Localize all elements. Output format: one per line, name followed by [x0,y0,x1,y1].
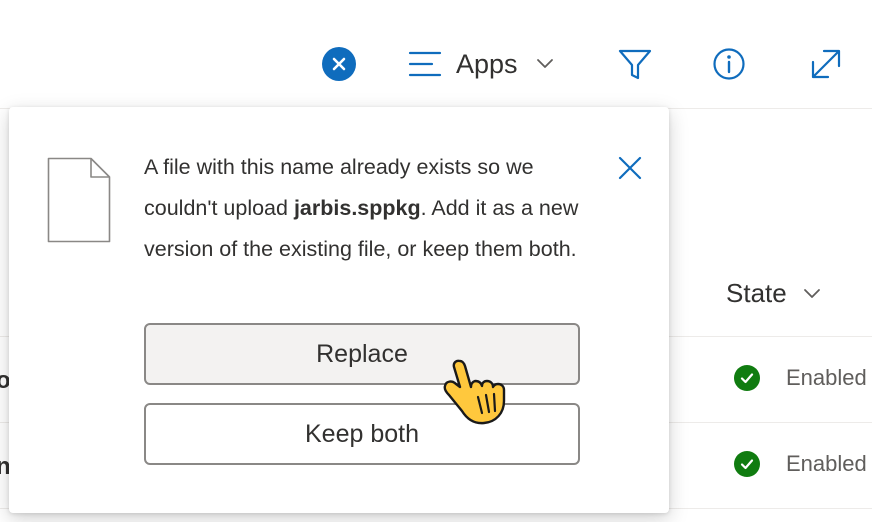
chevron-down-icon [536,59,553,68]
close-button[interactable] [613,151,647,185]
conflict-message: A file with this name already exists so … [144,147,594,270]
info-button[interactable] [709,44,749,84]
file-name: jarbis.sppkg [293,196,421,220]
status-cell: Enabled [734,365,867,391]
replace-button[interactable]: Replace [144,323,580,385]
status-cell: Enabled [734,451,867,477]
info-icon [713,48,745,80]
close-icon [618,156,642,180]
command-bar: Apps [0,0,872,109]
status-text: Enabled [786,451,867,476]
filter-icon [618,49,652,80]
view-switcher-button[interactable]: Apps [408,42,554,86]
checkmark-icon [734,451,760,477]
status-text: Enabled [786,365,867,390]
view-switcher-label: Apps [456,48,518,79]
checkmark-icon [734,365,760,391]
close-circle-icon [332,57,346,71]
state-column-header[interactable]: State [726,278,821,309]
document-icon [47,157,111,243]
clear-selection-button[interactable] [322,47,356,81]
chevron-down-icon [803,288,820,298]
keep-both-button[interactable]: Keep both [144,403,580,465]
expand-icon [811,49,841,79]
file-conflict-callout: A file with this name already exists so … [9,107,669,513]
filter-button[interactable] [616,44,654,84]
hand-pointer-icon [443,359,506,425]
full-screen-button[interactable] [806,44,846,84]
list-icon [408,51,442,77]
state-column-label: State [726,278,787,308]
